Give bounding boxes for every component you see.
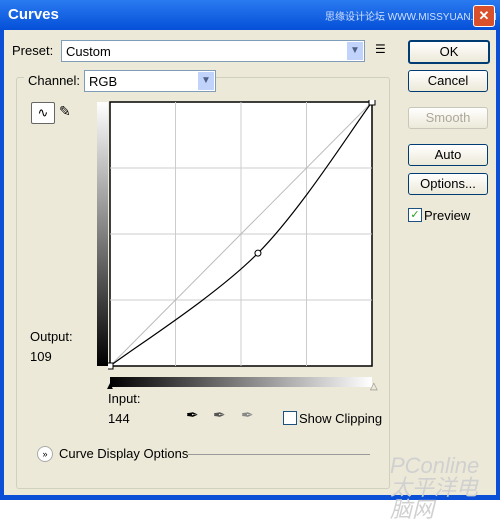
output-label: Output: xyxy=(30,329,73,344)
divider xyxy=(188,454,370,455)
preview-label: Preview xyxy=(424,208,471,223)
curve-control-point[interactable] xyxy=(368,100,376,106)
close-button[interactable]: ✕ xyxy=(473,5,495,27)
ok-button[interactable]: OK xyxy=(408,40,490,64)
preset-label: Preset: xyxy=(12,43,54,58)
auto-button[interactable]: Auto xyxy=(408,144,488,166)
input-gradient xyxy=(110,377,372,387)
curve-display-options-label[interactable]: Curve Display Options xyxy=(59,446,188,461)
curves-dialog: Curves 思缘设计论坛 WWW.MISSYUAN.COM ✕ Preset:… xyxy=(0,0,500,521)
output-gradient xyxy=(97,102,108,366)
title-bar: Curves 思缘设计论坛 WWW.MISSYUAN.COM ✕ xyxy=(0,0,500,30)
preview-checkbox[interactable]: ✓ xyxy=(408,208,422,222)
window-title: Curves xyxy=(8,6,59,23)
options-button[interactable]: Options... xyxy=(408,173,488,195)
gray-eyedropper-icon[interactable]: ✒ xyxy=(213,406,226,424)
expand-chevron-icon[interactable]: » xyxy=(37,446,53,462)
cancel-button[interactable]: Cancel xyxy=(408,70,488,92)
white-eyedropper-icon[interactable]: ✒ xyxy=(241,406,254,424)
preset-select[interactable]: Custom ▼ xyxy=(61,40,365,62)
input-label: Input: xyxy=(108,391,141,406)
watermark: 思缘设计论坛 WWW.MISSYUAN.COM xyxy=(325,12,497,23)
smooth-button[interactable]: Smooth xyxy=(408,107,488,129)
show-clipping-checkbox[interactable] xyxy=(283,411,297,425)
curve-control-point[interactable] xyxy=(254,249,262,257)
pencil-tool-button[interactable]: ✎ xyxy=(59,103,71,120)
chevron-down-icon: ▼ xyxy=(347,42,363,60)
channel-value: RGB xyxy=(89,74,118,89)
footer-watermark: PConline 太平洋电脑网 xyxy=(390,453,480,522)
show-clipping-label: Show Clipping xyxy=(299,411,383,426)
curve-control-point[interactable] xyxy=(108,362,114,370)
curve-tool-button[interactable]: ∿ xyxy=(31,102,55,124)
chevron-down-icon: ▼ xyxy=(198,72,214,90)
preset-options-icon[interactable]: ☰ xyxy=(375,42,386,56)
channel-select[interactable]: RGB ▼ xyxy=(84,70,216,92)
channel-label: Channel: xyxy=(24,73,85,88)
white-point-slider[interactable]: △ xyxy=(370,381,378,392)
input-value: 144 xyxy=(108,411,130,426)
black-eyedropper-icon[interactable]: ✒ xyxy=(186,406,199,424)
output-value: 109 xyxy=(30,349,52,364)
curve-graph[interactable] xyxy=(108,100,376,370)
preset-value: Custom xyxy=(66,44,111,59)
